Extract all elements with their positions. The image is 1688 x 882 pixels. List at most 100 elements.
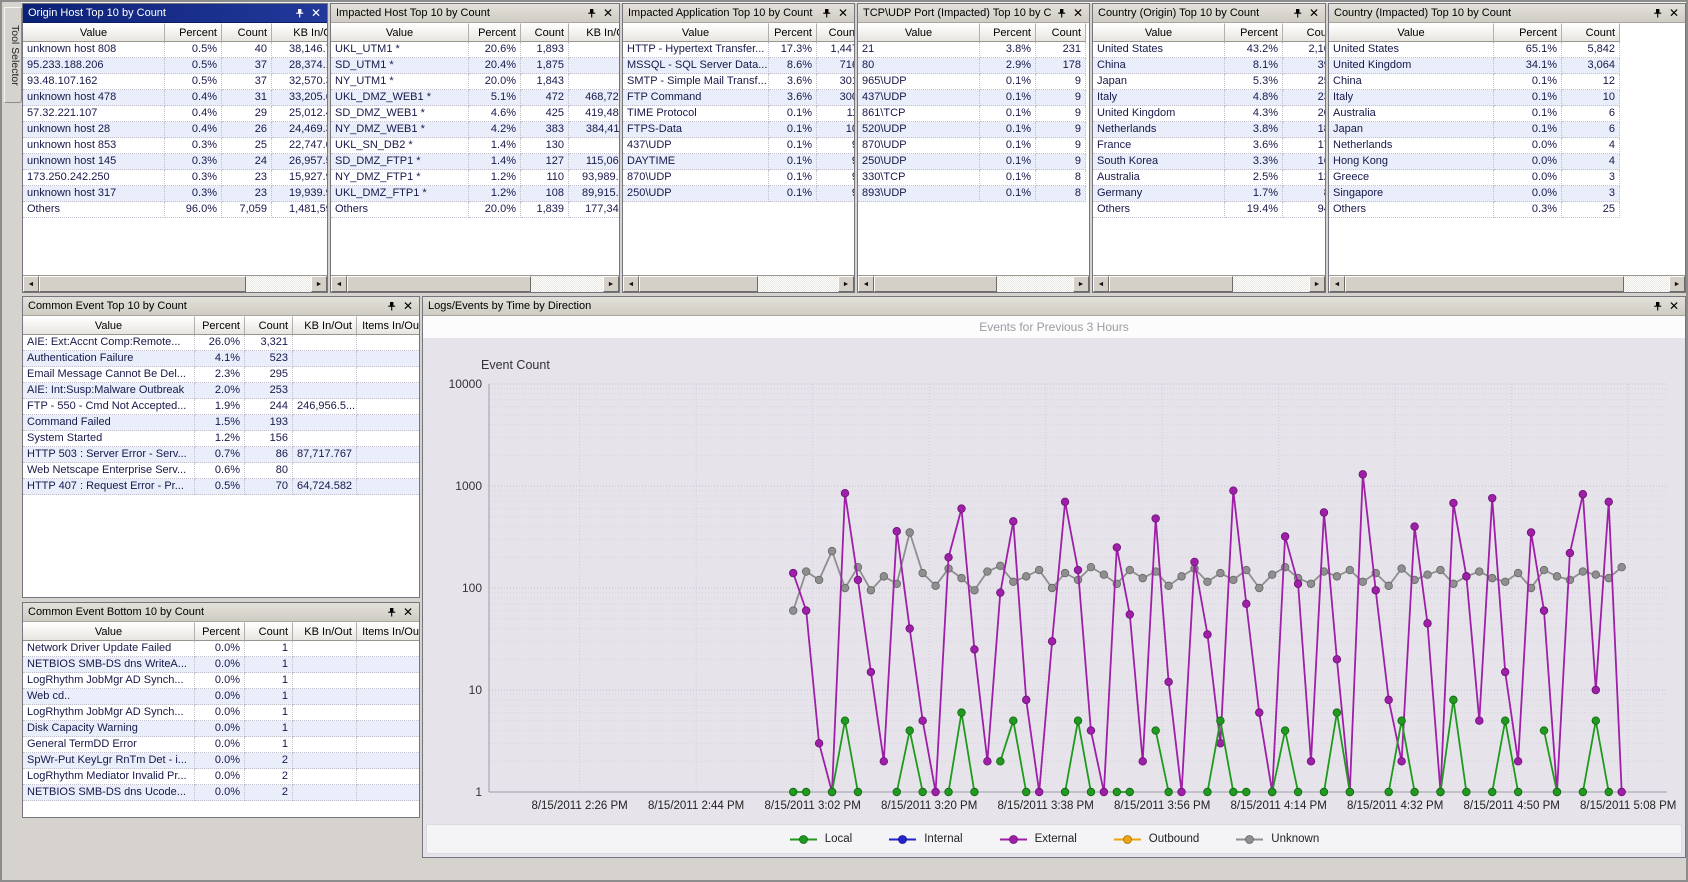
column-header-value[interactable]: Value bbox=[1093, 23, 1225, 42]
column-header-kb-in-out[interactable]: KB In/Out bbox=[293, 622, 357, 641]
table-row[interactable]: NETBIOS SMB-DS dns Ucode...0.0%2 bbox=[23, 785, 419, 801]
table-row[interactable]: Network Driver Update Failed0.0%1 bbox=[23, 641, 419, 657]
scroll-thumb[interactable] bbox=[874, 276, 997, 292]
scroll-track[interactable] bbox=[874, 276, 1073, 292]
table-row[interactable]: Others96.0%7,0591,481,59... bbox=[23, 202, 327, 218]
column-header-count[interactable]: Count bbox=[1283, 23, 1325, 42]
column-header-count[interactable]: Count bbox=[245, 622, 293, 641]
scroll-thumb[interactable] bbox=[1345, 276, 1624, 292]
table-row[interactable]: General TermDD Error0.0%1 bbox=[23, 737, 419, 753]
pin-icon[interactable] bbox=[384, 299, 398, 313]
column-header-percent[interactable]: Percent bbox=[769, 23, 817, 42]
scroll-right-button[interactable]: ► bbox=[1309, 276, 1325, 292]
table-row[interactable]: Greece0.0%3 bbox=[1329, 170, 1685, 186]
table-row[interactable]: AIE: Ext:Accnt Comp:Remote...26.0%3,321 bbox=[23, 335, 419, 351]
tool-selector-tab[interactable]: Tool Selector bbox=[4, 7, 22, 103]
horizontal-scrollbar[interactable]: ◄ ► bbox=[623, 275, 854, 292]
table-row[interactable]: TIME Protocol0.1%11 bbox=[623, 106, 854, 122]
horizontal-scrollbar[interactable]: ◄ ► bbox=[858, 275, 1089, 292]
table-row[interactable]: South Korea3.3%161 bbox=[1093, 154, 1325, 170]
table-row[interactable]: LogRhythm JobMgr AD Synch...0.0%1 bbox=[23, 673, 419, 689]
column-header-kb-in-out[interactable]: KB In/Out bbox=[272, 23, 327, 42]
table-row[interactable]: UKL_DMZ_FTP1 *1.2%10889,915.8... bbox=[331, 186, 619, 202]
table-row[interactable]: Netherlands3.8%185 bbox=[1093, 122, 1325, 138]
table-row[interactable]: HTTP - Hypertext Transfer...17.3%1,447 bbox=[623, 42, 854, 58]
table-row[interactable]: SMTP - Simple Mail Transf...3.6%301 bbox=[623, 74, 854, 90]
table-row[interactable]: unknown host 8080.5%4038,146.7... bbox=[23, 42, 327, 58]
scroll-left-button[interactable]: ◄ bbox=[858, 276, 874, 292]
column-header-percent[interactable]: Percent bbox=[195, 622, 245, 641]
scroll-left-button[interactable]: ◄ bbox=[1329, 276, 1345, 292]
table-row[interactable]: NY_DMZ_FTP1 *1.2%11093,989.1... bbox=[331, 170, 619, 186]
close-icon[interactable]: ✕ bbox=[401, 605, 415, 619]
panel-titlebar[interactable]: Impacted Application Top 10 by Count ✕ bbox=[623, 4, 854, 23]
scroll-left-button[interactable]: ◄ bbox=[623, 276, 639, 292]
table-row[interactable]: unknown host 280.4%2624,469.3... bbox=[23, 122, 327, 138]
table-row[interactable]: 250\UDP0.1%9 bbox=[623, 186, 854, 202]
table-row[interactable]: 870\UDP0.1%9 bbox=[623, 170, 854, 186]
column-header-items-in-out[interactable]: Items In/Out bbox=[357, 622, 419, 641]
scroll-right-button[interactable]: ► bbox=[1073, 276, 1089, 292]
table-row[interactable]: unknown host 3170.3%2319,939.9... bbox=[23, 186, 327, 202]
table-row[interactable]: Japan5.3%258 bbox=[1093, 74, 1325, 90]
table-row[interactable]: United Kingdom34.1%3,064 bbox=[1329, 58, 1685, 74]
column-header-value[interactable]: Value bbox=[331, 23, 469, 42]
table-row[interactable]: Disk Capacity Warning0.0%1 bbox=[23, 721, 419, 737]
table-row[interactable]: Command Failed1.5%193 bbox=[23, 415, 419, 431]
table-row[interactable]: MSSQL - SQL Server Data...8.6%716 bbox=[623, 58, 854, 74]
panel-titlebar[interactable]: Country (Origin) Top 10 by Count ✕ bbox=[1093, 4, 1325, 23]
table-row[interactable]: Germany1.7%83 bbox=[1093, 186, 1325, 202]
close-icon[interactable]: ✕ bbox=[1307, 6, 1321, 20]
table-row[interactable]: UKL_DMZ_WEB1 *5.1%472468,728... bbox=[331, 90, 619, 106]
table-row[interactable]: 802.9%178 bbox=[858, 58, 1089, 74]
table-row[interactable]: Australia2.5%122 bbox=[1093, 170, 1325, 186]
table-row[interactable]: HTTP 503 : Server Error - Serv...0.7%868… bbox=[23, 447, 419, 463]
table-row[interactable]: Italy4.8%234 bbox=[1093, 90, 1325, 106]
close-icon[interactable]: ✕ bbox=[601, 6, 615, 20]
table-row[interactable]: SD_DMZ_FTP1 *1.4%127115,063... bbox=[331, 154, 619, 170]
table-row[interactable]: Others19.4%945 bbox=[1093, 202, 1325, 218]
horizontal-scrollbar[interactable]: ◄ ► bbox=[23, 275, 327, 292]
table-row[interactable]: 95.233.188.2060.5%3728,374.1... bbox=[23, 58, 327, 74]
panel-titlebar[interactable]: Common Event Top 10 by Count ✕ bbox=[23, 297, 419, 316]
table-row[interactable]: 213.8%231 bbox=[858, 42, 1089, 58]
panel-titlebar[interactable]: Origin Host Top 10 by Count ✕ bbox=[23, 4, 327, 23]
table-row[interactable]: SpWr-Put KeyLgr RnTm Det - i...0.0%2 bbox=[23, 753, 419, 769]
table-row[interactable]: DAYTIME0.1%9 bbox=[623, 154, 854, 170]
close-icon[interactable]: ✕ bbox=[309, 6, 323, 20]
table-row[interactable]: FTP - 550 - Cmd Not Accepted...1.9%24424… bbox=[23, 399, 419, 415]
scroll-track[interactable] bbox=[1109, 276, 1309, 292]
pin-icon[interactable] bbox=[384, 605, 398, 619]
panel-titlebar[interactable]: Impacted Host Top 10 by Count ✕ bbox=[331, 4, 619, 23]
scroll-thumb[interactable] bbox=[39, 276, 246, 292]
horizontal-scrollbar[interactable]: ◄ ► bbox=[1093, 275, 1325, 292]
table-row[interactable]: Others20.0%1,839177,346... bbox=[331, 202, 619, 218]
scroll-thumb[interactable] bbox=[1109, 276, 1233, 292]
table-row[interactable]: System Started1.2%156 bbox=[23, 431, 419, 447]
table-row[interactable]: Web cd..0.0%1 bbox=[23, 689, 419, 705]
table-row[interactable]: 893\UDP0.1%8 bbox=[858, 186, 1089, 202]
table-row[interactable]: Email Message Cannot Be Del...2.3%295 bbox=[23, 367, 419, 383]
table-row[interactable]: SD_DMZ_WEB1 *4.6%425419,487... bbox=[331, 106, 619, 122]
close-icon[interactable]: ✕ bbox=[836, 6, 850, 20]
panel-titlebar[interactable]: Common Event Bottom 10 by Count ✕ bbox=[23, 603, 419, 622]
column-header-value[interactable]: Value bbox=[23, 316, 195, 335]
table-row[interactable]: FTPS-Data0.1%10 bbox=[623, 122, 854, 138]
column-header-percent[interactable]: Percent bbox=[980, 23, 1036, 42]
table-row[interactable]: Japan0.1%6 bbox=[1329, 122, 1685, 138]
table-row[interactable]: Italy0.1%10 bbox=[1329, 90, 1685, 106]
table-row[interactable]: 870\UDP0.1%9 bbox=[858, 138, 1089, 154]
pin-icon[interactable] bbox=[1650, 6, 1664, 20]
table-row[interactable]: Hong Kong0.0%4 bbox=[1329, 154, 1685, 170]
panel-titlebar[interactable]: TCP\UDP Port (Impacted) Top 10 by Co... … bbox=[858, 4, 1089, 23]
column-header-kb-in-out[interactable]: KB In/Out bbox=[569, 23, 619, 42]
column-header-count[interactable]: Count bbox=[245, 316, 293, 335]
close-icon[interactable]: ✕ bbox=[1667, 299, 1681, 313]
scroll-right-button[interactable]: ► bbox=[1669, 276, 1685, 292]
table-row[interactable]: FTP Command3.6%300 bbox=[623, 90, 854, 106]
table-row[interactable]: 250\UDP0.1%9 bbox=[858, 154, 1089, 170]
table-row[interactable]: NY_UTM1 *20.0%1,843 bbox=[331, 74, 619, 90]
horizontal-scrollbar[interactable]: ◄ ► bbox=[331, 275, 619, 292]
scroll-track[interactable] bbox=[1345, 276, 1669, 292]
table-row[interactable]: LogRhythm JobMgr AD Synch...0.0%1 bbox=[23, 705, 419, 721]
